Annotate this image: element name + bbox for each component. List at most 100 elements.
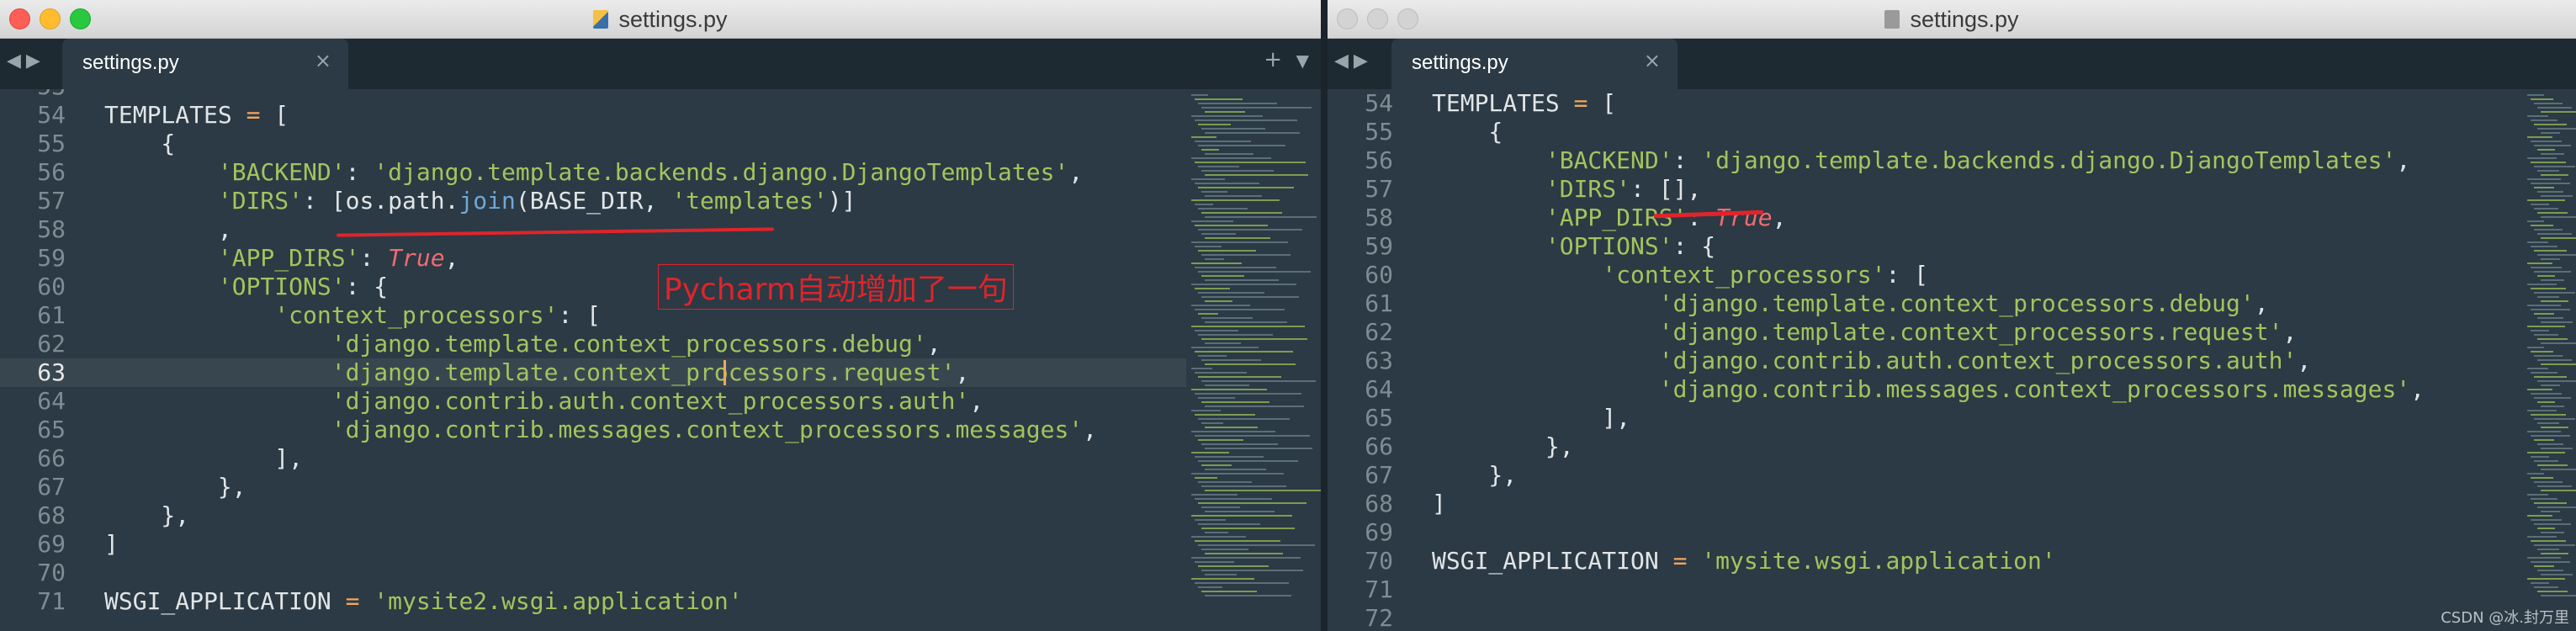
line-number: 63: [37, 358, 66, 386]
line-code: },: [104, 473, 246, 501]
minimap-line: [1201, 464, 1232, 466]
minimap-line: [1191, 578, 1254, 580]
minimap-line: [2534, 565, 2554, 567]
title-bar: settings.py: [1328, 0, 2576, 39]
minimap-line: [2537, 149, 2555, 151]
code-token: 'DIRS': [217, 187, 304, 215]
code-token: ,: [2297, 347, 2312, 374]
minimap[interactable]: [1186, 89, 1321, 631]
minimap-line: [2527, 410, 2557, 411]
forward-arrow-icon[interactable]: ▶: [1354, 50, 1373, 72]
line-code: {: [104, 130, 175, 158]
line-number: 65: [37, 416, 66, 443]
code-token: :: [1687, 204, 1716, 231]
back-arrow-icon[interactable]: ◀: [1334, 50, 1354, 72]
line-code: ]: [1432, 490, 1446, 518]
code-line[interactable]: 71: [1328, 575, 2514, 604]
line-code: 'django.contrib.messages.context_process…: [104, 416, 1097, 444]
code-line[interactable]: 60 'context_processors': [: [1328, 261, 2514, 289]
code-token: WSGI_APPLICATION: [104, 587, 346, 615]
code-line[interactable]: 64 'django.contrib.messages.context_proc…: [1328, 375, 2514, 404]
code-line[interactable]: 54 TEMPLATES = [: [1328, 89, 2514, 118]
minimap-line: [1195, 372, 1247, 374]
line-code: TEMPLATES = [: [104, 101, 289, 130]
code-editor-left[interactable]: 5354TEMPLATES = [55 {56 'BACKEND': 'djan…: [0, 89, 1186, 631]
code-line[interactable]: 55 {: [1328, 118, 2514, 146]
code-line[interactable]: 61 'django.template.context_processors.d…: [1328, 289, 2514, 318]
minimap-line: [2527, 557, 2561, 559]
code-line[interactable]: 54 TEMPLATES = [: [0, 101, 1186, 130]
code-line[interactable]: 57 'DIRS': [],: [1328, 175, 2514, 204]
line-number: 67: [37, 473, 66, 501]
minimap-line: [1201, 149, 1219, 151]
code-line[interactable]: 69]: [0, 530, 1186, 559]
back-arrow-icon[interactable]: ◀: [7, 50, 26, 72]
code-line[interactable]: 65 ],: [1328, 404, 2514, 432]
code-token: :: [345, 158, 374, 186]
minimap-line: [2531, 119, 2557, 121]
code-line[interactable]: 57 'DIRS': [os.path.join(BASE_DIR, 'temp…: [0, 187, 1186, 215]
tab-menu-icon[interactable]: ▼: [1296, 50, 1309, 71]
minimap-line: [1195, 435, 1310, 437]
minimap-line: [2527, 326, 2565, 327]
code-line[interactable]: 56 'BACKEND': 'django.template.backends.…: [0, 158, 1186, 187]
minimap-line: [1201, 549, 1248, 550]
close-tab-icon[interactable]: ×: [315, 49, 331, 72]
minimap-line: [2527, 157, 2557, 159]
code-line[interactable]: 53: [0, 89, 1186, 101]
line-number: 58: [37, 215, 66, 243]
minimap-line: [2534, 586, 2558, 588]
new-tab-icon[interactable]: +: [1264, 47, 1282, 72]
code-line[interactable]: 55 {: [0, 130, 1186, 158]
tab-settings-py[interactable]: settings.py ×: [1391, 39, 1678, 89]
line-number: 67: [1365, 461, 1393, 489]
code-line[interactable]: 59 'OPTIONS': {: [1328, 232, 2514, 261]
code-line[interactable]: 71 WSGI_APPLICATION = 'mysite2.wsgi.appli…: [0, 587, 1186, 616]
code-line[interactable]: 65 'django.contrib.messages.context_proc…: [0, 416, 1186, 444]
title-bar: settings.py: [0, 0, 1321, 39]
minimap-line: [2541, 532, 2564, 533]
code-line[interactable]: 63 'django.template.context_processors.r…: [0, 358, 1186, 387]
minimap-line: [1205, 111, 1245, 113]
minimap-line: [2531, 204, 2549, 205]
code-token: 'context_processors': [1602, 261, 1886, 289]
minimap-line: [2527, 220, 2544, 222]
forward-arrow-icon[interactable]: ▶: [26, 50, 45, 72]
nav-arrows: ◀▶: [7, 50, 45, 72]
minimap-line: [1205, 279, 1279, 281]
code-line[interactable]: 68]: [1328, 490, 2514, 518]
minimap-line: [2541, 490, 2576, 491]
code-line[interactable]: 67 },: [1328, 461, 2514, 490]
minimap-line: [1201, 380, 1316, 382]
code-line[interactable]: 68 },: [0, 501, 1186, 530]
line-number: 64: [37, 387, 66, 415]
code-token: :: [359, 244, 389, 272]
code-line[interactable]: 58 'APP_DIRS': True,: [1328, 204, 2514, 232]
code-line[interactable]: 66 },: [1328, 432, 2514, 461]
minimap-line: [2541, 195, 2573, 197]
minimap-line: [1191, 368, 1212, 369]
code-token: =: [1573, 89, 1588, 117]
minimap-line: [1205, 153, 1254, 155]
code-editor-right[interactable]: 54 TEMPLATES = [55 {56 'BACKEND': 'django…: [1328, 89, 2522, 631]
code-line[interactable]: 56 'BACKEND': 'django.template.backends.…: [1328, 146, 2514, 175]
window-title: settings.py: [1328, 0, 2576, 39]
tab-settings-py[interactable]: settings.py ×: [62, 39, 348, 89]
close-tab-icon[interactable]: ×: [1644, 49, 1661, 72]
code-line[interactable]: 62 'django.template.context_processors.d…: [0, 330, 1186, 358]
minimap-line: [1198, 166, 1239, 167]
code-line[interactable]: 70: [0, 559, 1186, 587]
code-line[interactable]: 70 WSGI_APPLICATION = 'mysite.wsgi.applic…: [1328, 547, 2514, 575]
code-line[interactable]: 66 ],: [0, 444, 1186, 473]
code-line[interactable]: 67 },: [0, 473, 1186, 501]
code-line[interactable]: 72: [1328, 604, 2514, 631]
code-line[interactable]: 62 'django.template.context_processors.r…: [1328, 318, 2514, 347]
code-line[interactable]: 69: [1328, 518, 2514, 547]
minimap-line: [2531, 288, 2566, 289]
line-number: 55: [1365, 118, 1393, 146]
code-line[interactable]: 63 'django.contrib.auth.context_processo…: [1328, 347, 2514, 375]
minimap[interactable]: [2522, 89, 2576, 631]
code-line[interactable]: 64 'django.contrib.auth.context_processo…: [0, 387, 1186, 416]
line-code: 'django.template.context_processors.requ…: [1432, 318, 2298, 347]
